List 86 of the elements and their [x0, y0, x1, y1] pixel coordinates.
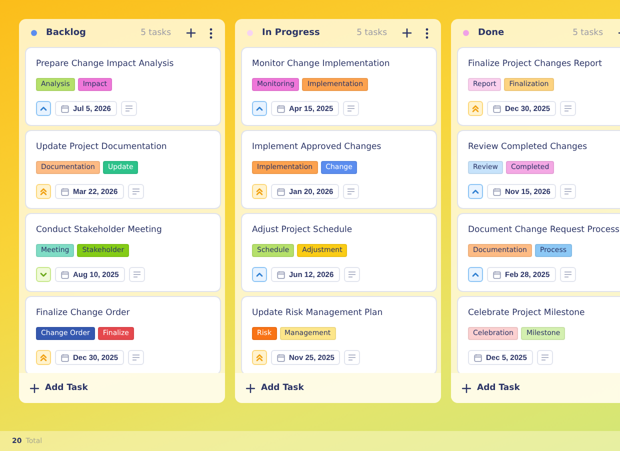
column-title: Backlog [46, 28, 87, 38]
double-chevron-up-icon [471, 104, 480, 113]
task-title: Celebrate Project Milestone [468, 307, 586, 320]
task-title: Update Risk Management Plan [252, 307, 384, 320]
calendar-icon [61, 270, 69, 278]
task-title: Review Completed Changes [468, 141, 588, 154]
calendar-icon [277, 270, 285, 278]
chevron-down-icon [39, 270, 48, 279]
priority-button[interactable] [36, 350, 51, 365]
chevron-up-icon [471, 270, 480, 279]
kebab-menu-icon [209, 28, 213, 38]
column-title: In Progress [262, 28, 321, 38]
task-title: Implement Approved Changes [252, 141, 382, 154]
task-count: 5 tasks [356, 28, 387, 38]
task-title: Finalize Project Changes Report [468, 58, 603, 71]
task-count: 5 tasks [140, 28, 171, 38]
priority-button[interactable] [36, 101, 51, 116]
description-button[interactable] [343, 184, 360, 199]
add-task-button[interactable]: Add Task [451, 373, 620, 403]
priority-button[interactable] [252, 350, 267, 365]
calendar-icon [493, 270, 501, 278]
plus-icon [402, 28, 412, 38]
description-button[interactable] [560, 101, 576, 116]
description-button[interactable] [343, 101, 360, 116]
description-button[interactable] [120, 101, 137, 116]
text-lines-icon [132, 271, 141, 278]
task-title: Document Change Request Process [468, 224, 620, 237]
task-title: Monitor Change Implementation [252, 58, 391, 71]
text-lines-icon [347, 188, 356, 195]
text-lines-icon [564, 188, 572, 195]
text-lines-icon [348, 354, 356, 361]
description-button[interactable] [560, 184, 576, 199]
priority-button[interactable] [36, 184, 51, 199]
text-lines-icon [540, 354, 549, 361]
calendar-icon [493, 188, 501, 196]
calendar-icon [277, 354, 285, 362]
task-title: Update Project Documentation [36, 141, 168, 154]
add-task-button[interactable]: Add Task [235, 373, 441, 403]
priority-button[interactable] [36, 267, 51, 282]
description-button[interactable] [128, 267, 145, 282]
double-chevron-up-icon [39, 353, 48, 362]
priority-button[interactable] [252, 184, 267, 199]
plus-icon [246, 384, 255, 392]
calendar-icon [61, 104, 69, 112]
double-chevron-up-icon [255, 353, 264, 362]
task-title: Adjust Project Schedule [252, 224, 354, 237]
double-chevron-up-icon [255, 187, 264, 196]
description-button[interactable] [128, 350, 144, 365]
kebab-menu-icon [425, 28, 429, 38]
description-button[interactable] [560, 267, 576, 282]
plus-icon [462, 384, 471, 392]
plus-icon [30, 384, 39, 392]
text-lines-icon [564, 271, 572, 278]
priority-button[interactable] [252, 101, 267, 116]
calendar-icon [277, 188, 285, 196]
task-title: Prepare Change Impact Analysis [36, 58, 175, 71]
chevron-up-icon [255, 270, 264, 279]
priority-button[interactable] [468, 184, 483, 199]
column-title: Done [478, 28, 506, 38]
priority-button[interactable] [468, 101, 483, 116]
description-button[interactable] [344, 350, 360, 365]
task-title: Conduct Stakeholder Meeting [36, 224, 163, 237]
double-chevron-up-icon [39, 187, 48, 196]
text-lines-icon [132, 354, 140, 361]
task-count: 5 tasks [572, 28, 603, 38]
description-button[interactable] [344, 267, 360, 282]
task-title: Finalize Change Order [36, 307, 131, 320]
chevron-up-icon [255, 104, 264, 113]
chevron-up-icon [471, 187, 480, 196]
calendar-icon [61, 354, 69, 362]
chevron-up-icon [39, 104, 48, 113]
text-lines-icon [564, 105, 572, 112]
calendar-icon [493, 104, 501, 112]
description-button[interactable] [536, 350, 553, 365]
text-lines-icon [124, 105, 133, 112]
calendar-icon [474, 354, 482, 362]
priority-button[interactable] [252, 267, 267, 282]
text-lines-icon [132, 188, 140, 195]
add-task-button[interactable]: Add Task [19, 373, 225, 403]
text-lines-icon [348, 271, 356, 278]
priority-button[interactable] [468, 267, 483, 282]
plus-icon [186, 28, 196, 38]
calendar-icon [61, 188, 69, 196]
text-lines-icon [347, 105, 356, 112]
calendar-icon [277, 104, 285, 112]
description-button[interactable] [128, 184, 144, 199]
